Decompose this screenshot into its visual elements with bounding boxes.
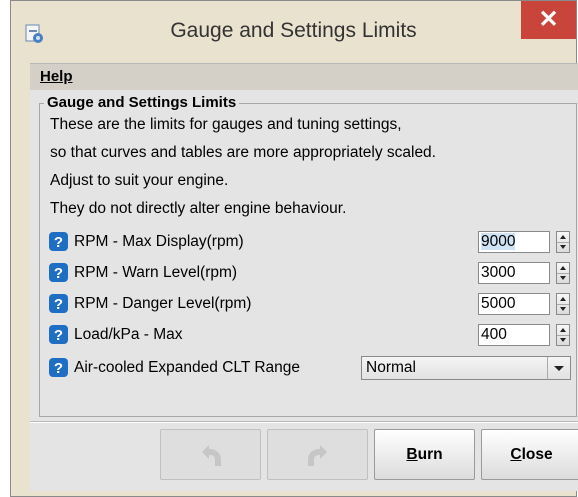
svg-text:?: ?: [54, 327, 63, 344]
menu-bar: Help: [30, 63, 578, 91]
window-title: Gauge and Settings Limits: [170, 19, 417, 42]
help-icon[interactable]: ?: [49, 358, 68, 377]
load-kpa-max-spinner[interactable]: [556, 324, 570, 346]
chevron-down-icon[interactable]: [547, 357, 570, 379]
load-kpa-max-input[interactable]: 400: [478, 324, 550, 346]
menu-help[interactable]: Help: [40, 68, 73, 85]
dialog-window: Gauge and Settings Limits ✕ Help Gauge a…: [10, 0, 578, 497]
close-window-button[interactable]: ✕: [521, 1, 576, 39]
help-icon[interactable]: ?: [49, 232, 68, 251]
spinner-down-icon[interactable]: [557, 242, 569, 252]
svg-text:?: ?: [54, 360, 63, 377]
limits-group: Gauge and Settings Limits These are the …: [39, 94, 577, 417]
rpm-max-display-spinner[interactable]: [556, 231, 570, 253]
svg-text:?: ?: [54, 296, 63, 313]
spinner-down-icon[interactable]: [557, 273, 569, 283]
clt-range-label: Air-cooled Expanded CLT Range: [74, 359, 301, 376]
svg-text:?: ?: [54, 265, 63, 282]
burn-button[interactable]: Burn: [374, 429, 475, 480]
separator: [30, 421, 578, 423]
help-icon[interactable]: ?: [49, 325, 68, 344]
clt-range-select[interactable]: Normal: [361, 356, 571, 380]
rpm-max-display-label: RPM - Max Display(rpm): [74, 233, 244, 250]
title-bar[interactable]: Gauge and Settings Limits ✕: [11, 1, 576, 63]
spinner-down-icon[interactable]: [557, 335, 569, 345]
description-line: so that curves and tables are more appro…: [50, 144, 436, 161]
undo-icon: [202, 445, 221, 466]
rpm-warn-level-input[interactable]: 3000: [478, 262, 550, 284]
redo-button[interactable]: [267, 429, 368, 480]
group-legend: Gauge and Settings Limits: [44, 94, 240, 111]
redo-icon: [308, 445, 327, 466]
rpm-warn-level-spinner[interactable]: [556, 262, 570, 284]
description-line: These are the limits for gauges and tuni…: [50, 116, 402, 133]
svg-text:?: ?: [54, 234, 63, 251]
dialog-content: Gauge and Settings Limits These are the …: [30, 90, 578, 491]
rpm-max-display-input[interactable]: 9000: [478, 231, 550, 253]
description-line: Adjust to suit your engine.: [50, 172, 229, 189]
rpm-warn-level-label: RPM - Warn Level(rpm): [74, 264, 238, 281]
help-icon[interactable]: ?: [49, 294, 68, 313]
rpm-danger-level-spinner[interactable]: [556, 293, 570, 315]
undo-button[interactable]: [160, 429, 261, 480]
rpm-danger-level-input[interactable]: 5000: [478, 293, 550, 315]
close-button[interactable]: Close: [481, 429, 578, 480]
spinner-down-icon[interactable]: [557, 304, 569, 314]
description-line: They do not directly alter engine behavi…: [50, 200, 347, 217]
rpm-danger-level-label: RPM - Danger Level(rpm): [74, 295, 252, 312]
help-icon[interactable]: ?: [49, 263, 68, 282]
load-kpa-max-label: Load/kPa - Max: [74, 326, 183, 343]
clt-range-value: Normal: [366, 359, 416, 376]
